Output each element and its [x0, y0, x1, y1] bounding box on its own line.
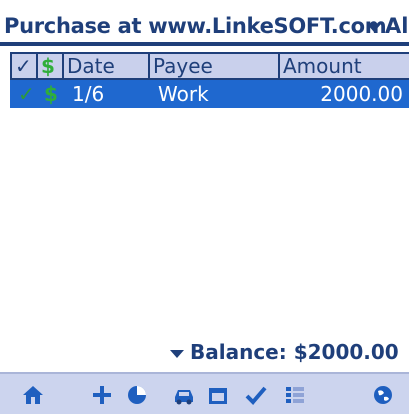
row-date: 1/6 [72, 82, 105, 106]
home-icon[interactable] [20, 382, 46, 408]
title-bar: Purchase at www.LinkeSOFT.com Al [0, 0, 409, 50]
header-check-column[interactable]: ✓ [12, 54, 38, 78]
filter-dropdown[interactable]: Al [385, 14, 408, 38]
balance-dropdown-arrow-icon [170, 349, 184, 358]
balance-label: Balance: $2000.00 [190, 340, 399, 364]
add-icon[interactable] [89, 382, 115, 408]
check-header-icon: ✓ [15, 54, 32, 78]
globe-icon[interactable] [370, 382, 396, 408]
table-header: ✓ $ Date Payee Amount [10, 52, 409, 80]
list-icon[interactable] [282, 382, 308, 408]
balance-selector[interactable]: Balance: $2000.00 [170, 340, 399, 366]
app-title[interactable]: Purchase at www.LinkeSOFT.com [4, 14, 387, 38]
calendar-icon[interactable] [205, 382, 231, 408]
filter-dropdown-arrow-icon[interactable] [367, 24, 381, 32]
car-icon[interactable] [171, 382, 197, 408]
bottom-toolbar [0, 372, 409, 414]
dollar-header-icon: $ [41, 54, 55, 78]
header-amount-column[interactable]: Amount [280, 54, 409, 78]
row-payee: Work [158, 82, 209, 106]
header-dollar-column[interactable]: $ [38, 54, 64, 78]
check-icon[interactable] [243, 382, 269, 408]
chart-icon[interactable] [124, 382, 150, 408]
row-check-icon[interactable]: ✓ [18, 80, 35, 108]
row-amount: 2000.00 [320, 82, 403, 106]
title-divider [0, 42, 409, 46]
header-date-column[interactable]: Date [64, 54, 150, 78]
header-payee-column[interactable]: Payee [150, 54, 280, 78]
table-row[interactable]: ✓ $ 1/6 Work 2000.00 [10, 80, 409, 108]
row-dollar-icon[interactable]: $ [44, 80, 58, 108]
